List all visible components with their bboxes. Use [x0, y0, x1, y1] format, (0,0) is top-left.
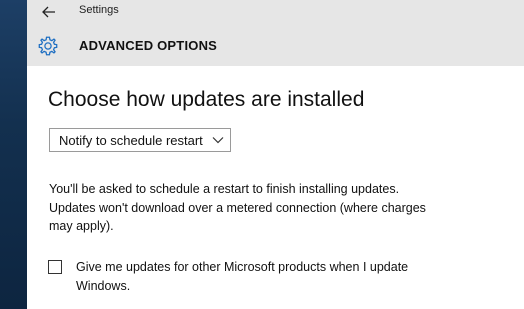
dropdown-selected-value: Notify to schedule restart [59, 133, 203, 148]
microsoft-updates-checkbox-label[interactable]: Give me updates for other Microsoft prod… [76, 258, 456, 295]
settings-window: Settings ADVANCED OPTIONS Choose how upd… [27, 0, 524, 309]
install-description: You'll be asked to schedule a restart to… [49, 182, 426, 233]
page-title: ADVANCED OPTIONS [79, 38, 218, 53]
section-title: Choose how updates are installed [48, 88, 365, 111]
install-method-dropdown[interactable]: Notify to schedule restart [49, 128, 231, 152]
chevron-down-icon [212, 137, 224, 144]
page-header: ADVANCED OPTIONS [27, 24, 524, 66]
microsoft-updates-checkbox[interactable] [48, 260, 62, 274]
app-title: Settings [79, 4, 119, 16]
back-arrow-icon [42, 6, 55, 18]
title-bar: Settings [27, 0, 524, 24]
desktop-background [0, 0, 27, 309]
main-content: Choose how updates are installed Notify … [27, 66, 524, 309]
back-button[interactable] [35, 0, 63, 24]
screen: Settings ADVANCED OPTIONS Choose how upd… [0, 0, 524, 309]
gear-icon [38, 36, 58, 56]
